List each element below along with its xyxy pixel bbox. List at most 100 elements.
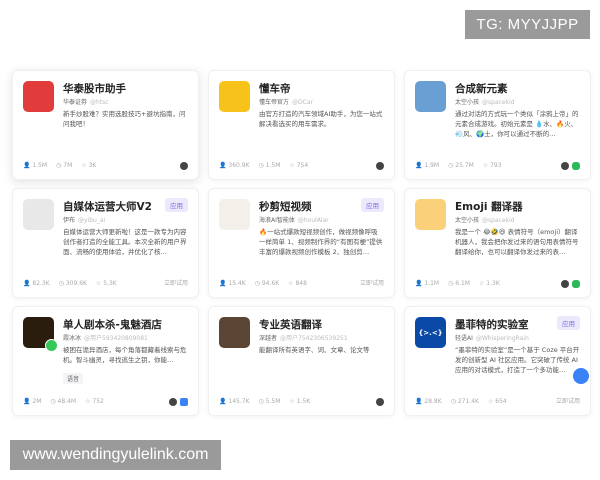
favs-stat: ☆ 754 — [289, 162, 309, 169]
bot-card[interactable]: 懂车帝 懂车帝官方 @DCar 由官方打造的汽车领域AI助手，为您一站式解决看选买… — [208, 70, 395, 180]
bot-description: 通过对话的方式玩一个类似「涂鸦上帝」的元素合成游戏。初始元素是 💧水、🔥火、💨风… — [455, 110, 579, 138]
bot-author[interactable]: 深越者 @用户7542306539251 — [259, 333, 348, 342]
try-now-link[interactable]: 立即试用 — [164, 278, 188, 287]
bot-author[interactable]: 华泰证券 @htsc — [63, 97, 109, 106]
bot-description: 由官方打造的汽车领域AI助手，为您一站式解决看选买的用车需求。 — [259, 110, 383, 128]
bot-avatar — [219, 81, 250, 112]
bot-author[interactable]: 太空小孩 @spacekid — [455, 215, 515, 224]
chats-stat: ◷ 25.7M — [448, 162, 474, 169]
bot-card[interactable]: {>.<} 墨菲特的实验室 应用 轻语AI @WhisperingRain “墨菲… — [404, 306, 591, 416]
platform-icons — [376, 398, 384, 406]
wechat-icon — [572, 280, 580, 288]
bot-avatar — [219, 317, 250, 348]
users-stat: 👤 28.8K — [415, 398, 442, 405]
bot-author[interactable]: 海浪AI智能体 @houlAlar — [259, 215, 329, 224]
bot-stats: 👤 28.8K ◷ 271.4K ☆ 654 — [415, 398, 507, 405]
bot-stats: 👤 1.9M ◷ 25.7M ☆ 793 — [415, 162, 502, 169]
chats-stat: ◷ 48.4M — [50, 398, 77, 405]
avatar-icon — [169, 398, 177, 406]
avatar-icon — [561, 162, 569, 170]
bot-title: 秒剪短视频 — [259, 201, 312, 213]
bot-avatar: {>.<} — [415, 317, 446, 348]
bot-avatar — [415, 81, 446, 112]
bot-author[interactable]: 轻语AI @WhisperingRain — [455, 333, 529, 342]
app-badge: 应用 — [361, 198, 384, 212]
bot-title: 单人剧本杀-鬼魅酒店 — [63, 319, 162, 331]
chat-float-button[interactable] — [573, 368, 589, 384]
platform-icons — [169, 398, 188, 406]
bot-title: 懂车帝 — [259, 83, 291, 95]
bot-author[interactable]: 太空小孩 @spacekid — [455, 97, 515, 106]
bot-card[interactable]: 华泰股市助手 华泰证券 @htsc 新手炒股难？实用选股技巧+避坑指南，问问我吧！… — [12, 70, 199, 180]
bot-card[interactable]: 单人剧本杀-鬼魅酒店 霞冰冰 @用户593420809081 被困在诡异酒店，每个… — [12, 306, 199, 416]
bot-avatar — [219, 199, 250, 230]
chats-stat: ◷ 5.5M — [258, 398, 281, 405]
favs-stat: ☆ 752 — [85, 398, 104, 405]
bot-description: 🔥一站式爆款短视频创作，做视频像呼吸一样简单 1、视频制作界的“有图有梗”提供丰… — [259, 228, 383, 256]
wechat-icon — [572, 162, 580, 170]
favs-stat: ☆ 3K — [81, 162, 97, 169]
chats-stat: ◷ 7M — [56, 162, 73, 169]
app-badge: 应用 — [165, 198, 188, 212]
voice-tag: 语音 — [63, 373, 84, 384]
bot-stats: 👤 15.4K ◷ 94.6K ☆ 848 — [219, 280, 307, 287]
try-now-link[interactable]: 立即试用 — [360, 278, 384, 287]
bot-title: 专业英语翻译 — [259, 319, 322, 331]
bot-card[interactable]: 秒剪短视频 应用 海浪AI智能体 @houlAlar 🔥一站式爆款短视频创作，做视… — [208, 188, 395, 298]
favs-stat: ☆ 1.3K — [478, 280, 500, 287]
bot-card[interactable]: Emoji 翻译器 太空小孩 @spacekid 我是一个 😂🤣😆 表情符号（em… — [404, 188, 591, 298]
chats-stat: ◷ 94.6K — [254, 280, 280, 287]
favs-stat: ☆ 654 — [487, 398, 507, 405]
bot-stats: 👤 1.1M ◷ 6.1M ☆ 1.3K — [415, 280, 500, 287]
favs-stat: ☆ 793 — [482, 162, 502, 169]
chats-stat: ◷ 1.5M — [258, 162, 281, 169]
avatar-icon — [376, 162, 384, 170]
bot-description: “墨菲特的实验室”是一个基于 Coze 平台开发的创新型 AI 社区应用。它突破… — [455, 346, 580, 374]
avatar-icon — [180, 162, 188, 170]
watermark-tg: TG: MYYJJPP — [465, 10, 590, 39]
users-stat: 👤 360.9K — [219, 162, 250, 169]
chats-stat: ◷ 6.1M — [448, 280, 470, 287]
bot-title: 华泰股市助手 — [63, 83, 126, 95]
bot-description: 能翻译所有英语字、词、文章、论文等 — [259, 346, 370, 354]
users-stat: 👤 1.1M — [415, 280, 440, 287]
platform-icons — [376, 162, 384, 170]
bot-stats: 👤 360.9K ◷ 1.5M ☆ 754 — [219, 162, 308, 169]
bot-card[interactable]: 自媒体运营大师V2 应用 伊布 @yibu_ai 自媒体运营大师更新啦！这是一款专… — [12, 188, 199, 298]
favs-stat: ☆ 848 — [288, 280, 307, 287]
bot-author[interactable]: 懂车帝官方 @DCar — [259, 97, 313, 106]
platform-icons — [561, 280, 580, 288]
phone-icon — [45, 339, 58, 352]
bot-author[interactable]: 霞冰冰 @用户593420809081 — [63, 333, 148, 342]
bot-title: 合成新元素 — [455, 83, 508, 95]
bot-author[interactable]: 伊布 @yibu_ai — [63, 215, 105, 224]
bot-description: 自媒体运营大师更新啦！这是一款专为内容创作者打造的全能工具。本次全新的用户界面、… — [63, 228, 187, 256]
avatar-icon — [561, 280, 569, 288]
doubao-icon — [180, 398, 188, 406]
bot-stats: 👤 145.7K ◷ 5.5M ☆ 1.5K — [219, 398, 310, 405]
bot-title: Emoji 翻译器 — [455, 201, 523, 213]
bot-grid: 华泰股市助手 华泰证券 @htsc 新手炒股难？实用选股技巧+避坑指南，问问我吧！… — [12, 70, 591, 416]
bot-stats: 👤 1.5M ◷ 7M ☆ 3K — [23, 162, 96, 169]
users-stat: 👤 1.9M — [415, 162, 440, 169]
bot-avatar — [23, 81, 54, 112]
bot-title: 墨菲特的实验室 — [455, 319, 529, 331]
try-now-link[interactable]: 立即试用 — [556, 396, 580, 405]
platform-icons — [561, 162, 580, 170]
bot-card[interactable]: 合成新元素 太空小孩 @spacekid 通过对话的方式玩一个类似「涂鸦上帝」的元… — [404, 70, 591, 180]
users-stat: 👤 145.7K — [219, 398, 250, 405]
app-badge: 应用 — [557, 316, 580, 330]
bot-avatar — [23, 199, 54, 230]
users-stat: 👤 2M — [23, 398, 42, 405]
bot-avatar — [415, 199, 446, 230]
bot-title: 自媒体运营大师V2 — [63, 201, 152, 213]
users-stat: 👤 1.5M — [23, 162, 48, 169]
watermark-url: www.wendingyulelink.com — [10, 440, 221, 470]
users-stat: 👤 82.3K — [23, 280, 50, 287]
bot-stats: 👤 2M ◷ 48.4M ☆ 752 — [23, 398, 104, 405]
avatar-icon — [376, 398, 384, 406]
bot-card[interactable]: 专业英语翻译 深越者 @用户7542306539251 能翻译所有英语字、词、文章… — [208, 306, 395, 416]
bot-description: 被困在诡异酒店，每个角落都藏着线索与危机。智斗幽灵，寻找逃生之钥，你能… — [63, 346, 187, 364]
chats-stat: ◷ 309.6K — [58, 280, 87, 287]
bot-description: 我是一个 😂🤣😆 表情符号（emoji）翻译机器人，我会把你发过来的语句用表情符… — [455, 228, 579, 256]
